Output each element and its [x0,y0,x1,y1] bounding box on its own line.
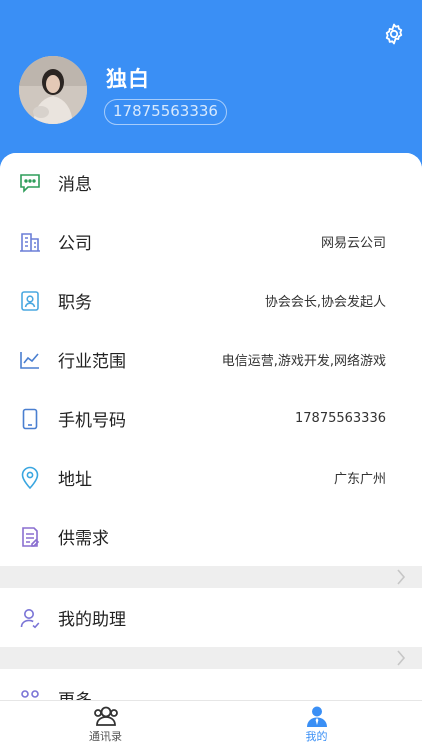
menu-item-label: 公司 [58,234,92,254]
building-icon [18,230,42,254]
profile-header: 独白 17875563336 [0,0,422,175]
tab-contacts[interactable]: 通讯录 [0,701,211,750]
tab-label: 我的 [305,730,328,743]
menu-item-label: 我的助理 [58,610,126,630]
menu-item-label: 消息 [58,175,92,195]
tab-bar: 通讯录 我的 [0,700,422,750]
menu-item-4[interactable]: 手机号码 17875563336 [0,389,422,448]
menu-item-3[interactable]: 行业范围 电信运营,游戏开发,网络游戏 [0,330,422,389]
menu-item-6[interactable]: 供需求 [0,507,422,566]
location-icon [18,466,42,490]
section-divider [0,647,422,669]
message-icon [18,171,42,195]
menu-item-2[interactable]: 职务 协会会长,协会发起人 [0,271,422,330]
contacts-icon [93,706,118,726]
menu-item-value: 网易云公司 [320,236,386,251]
tab-profile[interactable]: 我的 [211,701,422,750]
assistant-icon [18,606,42,630]
menu-item-value: 电信运营,游戏开发,网络游戏 [221,354,386,369]
badge-icon [18,289,42,313]
menu-item-assistant[interactable]: 我的助理 [0,588,422,647]
chart-icon [18,348,42,372]
menu-item-1[interactable]: 公司 网易云公司 [0,212,422,271]
menu-item-label: 供需求 [58,529,109,549]
user-name: 独白 [106,67,150,91]
chevron-right-icon [397,569,406,585]
menu-item-more[interactable]: 更多 [0,669,422,703]
info-card: 消息公司 网易云公司职务 协会会长,协会发起人行业范围 电信运营,游戏开发,网络游戏手… [0,153,422,703]
gear-icon [385,23,403,45]
menu-item-5[interactable]: 地址 广东广州 [0,448,422,507]
menu-item-label: 行业范围 [58,352,126,372]
settings-button[interactable] [380,20,408,48]
chevron-right-icon [397,650,406,666]
section-divider [0,566,422,588]
tab-label: 通讯录 [89,730,122,743]
menu-item-value: 广东广州 [333,472,386,487]
menu-item-value: 协会会长,协会发起人 [264,295,386,310]
menu-item-label: 手机号码 [58,411,126,431]
avatar[interactable] [19,56,87,124]
profile-icon [306,706,327,727]
menu-item-label: 地址 [58,470,92,490]
menu-item-value: 17875563336 [295,411,386,426]
phone-icon [18,407,42,431]
document-icon [18,525,42,549]
menu-item-0[interactable]: 消息 [0,153,422,212]
menu-item-label: 职务 [58,293,92,313]
phone-badge: 17875563336 [104,99,227,125]
